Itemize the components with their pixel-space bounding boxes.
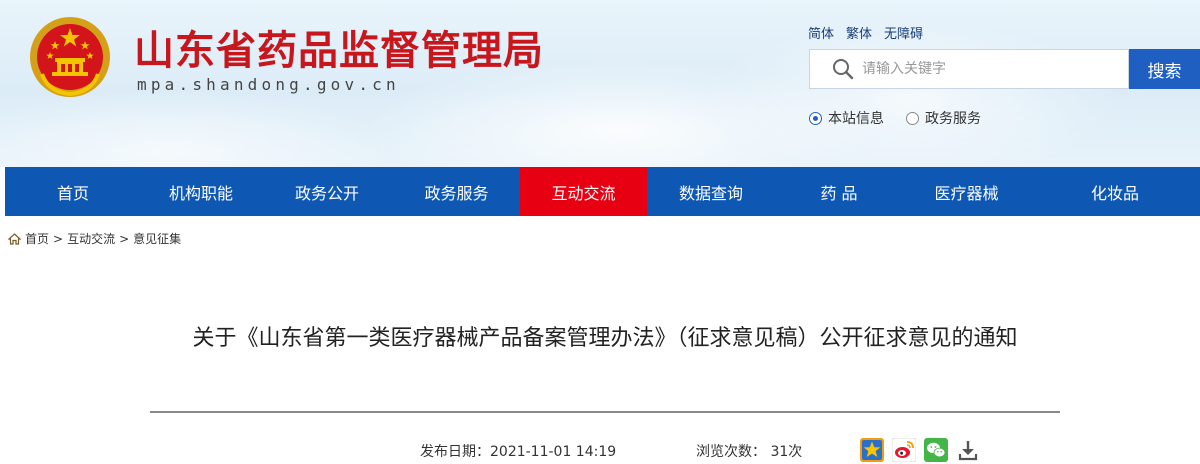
nav-item-gov-service[interactable]: 政务服务 bbox=[393, 167, 520, 216]
nav-item-home[interactable]: 首页 bbox=[5, 167, 141, 216]
share-bar bbox=[860, 438, 980, 462]
favorite-star-icon[interactable] bbox=[860, 438, 884, 462]
home-icon bbox=[8, 232, 21, 245]
site-domain: mpa.shandong.gov.cn bbox=[137, 75, 400, 94]
main-nav: 首页 机构职能 政务公开 政务服务 互动交流 数据查询 药 品 医疗器械 化妆品 bbox=[5, 167, 1200, 216]
nav-item-interaction[interactable]: 互动交流 bbox=[520, 167, 647, 216]
nav-item-cosmetics[interactable]: 化妆品 bbox=[1030, 167, 1200, 216]
wechat-icon[interactable] bbox=[924, 438, 948, 462]
view-count-value: 31次 bbox=[770, 444, 803, 460]
simplified-chinese-link[interactable]: 简体 bbox=[808, 23, 834, 42]
breadcrumb-separator: > bbox=[53, 231, 64, 246]
search-box bbox=[809, 49, 1129, 89]
site-title[interactable]: 山东省药品监督管理局 bbox=[134, 18, 544, 76]
nav-item-data-query[interactable]: 数据查询 bbox=[647, 167, 775, 216]
search-button[interactable]: 搜索 bbox=[1129, 49, 1200, 89]
publish-date: 发布日期：2021-11-01 14:19 bbox=[420, 441, 616, 461]
language-links: 简体 繁体 无障碍 bbox=[808, 23, 923, 42]
radio-checked-icon[interactable] bbox=[809, 111, 822, 125]
nav-item-functions[interactable]: 机构职能 bbox=[141, 167, 261, 216]
publish-date-value: 2021-11-01 14:19 bbox=[490, 444, 617, 460]
view-count: 浏览次数： 31次 bbox=[696, 441, 802, 461]
weibo-icon[interactable] bbox=[892, 438, 916, 462]
breadcrumb-opinion-collection[interactable]: 意见征集 bbox=[133, 230, 181, 247]
scope-site-info-label: 本站信息 bbox=[828, 111, 884, 127]
search-icon bbox=[833, 59, 854, 80]
nav-item-gov-open[interactable]: 政务公开 bbox=[261, 167, 393, 216]
scope-gov-service[interactable]: 政务服务 bbox=[906, 108, 981, 128]
radio-unchecked-icon[interactable] bbox=[906, 111, 919, 125]
publish-date-label: 发布日期： bbox=[420, 444, 490, 460]
search-input[interactable] bbox=[862, 61, 1112, 77]
breadcrumb: 首页 > 互动交流 > 意见征集 bbox=[8, 230, 181, 247]
national-emblem-icon bbox=[30, 17, 110, 97]
download-icon[interactable] bbox=[956, 438, 980, 462]
site-header: 山东省药品监督管理局 mpa.shandong.gov.cn 简体 繁体 无障碍… bbox=[0, 0, 1200, 167]
breadcrumb-home[interactable]: 首页 bbox=[25, 230, 49, 247]
title-divider bbox=[150, 411, 1060, 413]
article-title: 关于《山东省第一类医疗器械产品备案管理办法》（征求意见稿）公开征求意见的通知 bbox=[192, 326, 1018, 351]
breadcrumb-separator: > bbox=[119, 231, 130, 246]
accessibility-link[interactable]: 无障碍 bbox=[884, 23, 923, 42]
scope-site-info[interactable]: 本站信息 bbox=[809, 108, 884, 128]
search-scope: 本站信息 政务服务 bbox=[809, 108, 981, 128]
scope-gov-service-label: 政务服务 bbox=[925, 111, 981, 127]
view-count-label: 浏览次数： bbox=[696, 444, 766, 460]
nav-item-drugs[interactable]: 药 品 bbox=[775, 167, 903, 216]
breadcrumb-interaction[interactable]: 互动交流 bbox=[67, 230, 115, 247]
nav-item-medical-devices[interactable]: 医疗器械 bbox=[903, 167, 1030, 216]
traditional-chinese-link[interactable]: 繁体 bbox=[846, 23, 872, 42]
